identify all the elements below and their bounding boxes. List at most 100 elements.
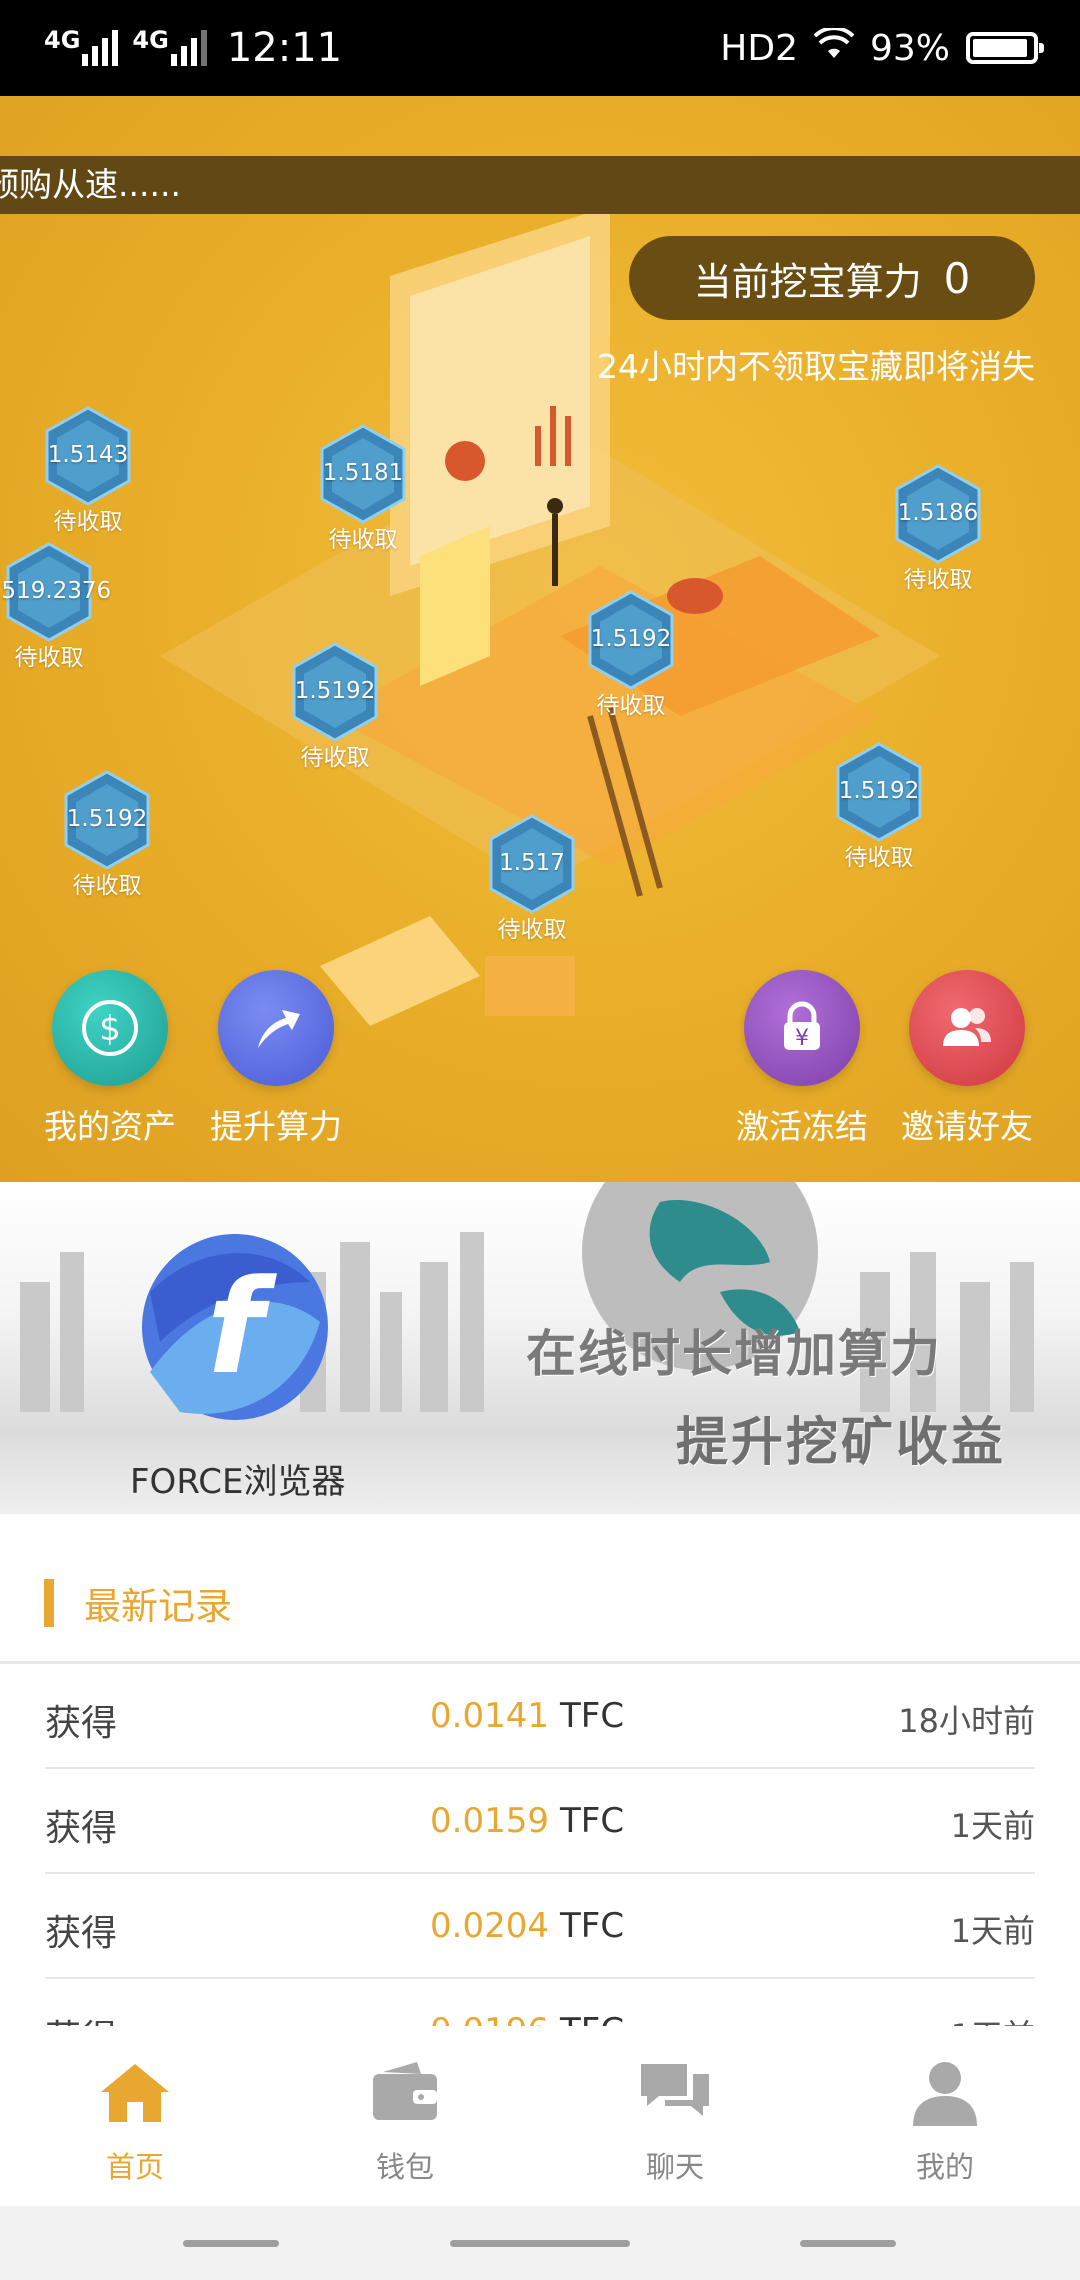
gem-status: 待收取 — [328, 527, 398, 553]
svg-text:$: $ — [99, 1009, 121, 1049]
nav-back-handle[interactable] — [183, 2240, 279, 2247]
gem-status: 待收取 — [53, 509, 123, 535]
battery-percent: 93% — [869, 27, 950, 69]
svg-text:¥: ¥ — [795, 1026, 809, 1051]
signal-2: 4G — [132, 26, 207, 66]
action-label: 邀请好友 — [901, 1107, 1033, 1146]
tab-label: 首页 — [105, 2150, 164, 2184]
action-label: 提升算力 — [210, 1107, 342, 1146]
record-time: 1天前 — [950, 1807, 1035, 1845]
banner-headline: 在线时长增加算力 — [526, 1325, 942, 1383]
network-type-label: 4G — [44, 26, 81, 54]
dollar-icon: $ — [52, 970, 168, 1086]
network-type-label: 4G — [132, 26, 169, 54]
signal-bars-icon — [82, 30, 119, 66]
treasure-gem[interactable]: 1.5143 待收取 — [33, 406, 143, 536]
system-nav-bar — [0, 2206, 1080, 2280]
tab-me[interactable]: 我的 — [810, 2026, 1080, 2206]
record-type: 获得 — [45, 2009, 117, 2026]
record-amount: 0.0141 — [430, 1696, 549, 1736]
power-label: 当前挖宝算力 — [693, 259, 922, 304]
gem-status: 待收取 — [844, 845, 914, 871]
nav-recents-handle[interactable] — [800, 2240, 896, 2247]
gem-hexagon-icon: 1.5192 — [290, 642, 380, 742]
gem-amount: 1.5192 — [590, 626, 672, 652]
activate-frozen-button[interactable]: ¥ 激活冻结 — [722, 970, 882, 1148]
gem-amount: 1519.2376 — [0, 578, 112, 604]
nav-home-handle[interactable] — [450, 2240, 630, 2247]
latest-records: 最新记录 获得 0.0141 TFC 18小时前 获得 0.0159 TFC 1… — [0, 1544, 1080, 2026]
gem-hexagon-icon: 1519.2376 — [0, 542, 111, 642]
record-row: 获得 0.0141 TFC 18小时前 — [45, 1664, 1035, 1769]
gem-hexagon-icon: 1.5192 — [62, 770, 152, 870]
status-bar: 4G 4G 12:11 HD2 93% — [0, 0, 1080, 96]
treasure-gem[interactable]: 1.5186 待收取 — [883, 464, 993, 594]
signal-1: 4G — [44, 26, 119, 66]
invite-friends-button[interactable]: 邀请好友 — [887, 970, 1047, 1148]
record-unit: TFC — [560, 1696, 625, 1736]
tab-label: 聊天 — [645, 2150, 704, 2184]
clock: 12:11 — [226, 25, 343, 71]
record-row: 获得 0.0204 TFC 1天前 — [45, 1874, 1035, 1979]
gem-hexagon-icon: 1.517 — [487, 814, 577, 914]
gem-amount: 1.5186 — [897, 500, 979, 526]
section-marker — [44, 1578, 54, 1627]
record-type: 获得 — [45, 1913, 118, 1954]
home-icon — [97, 2054, 173, 2130]
gem-amount: 1.5143 — [47, 442, 129, 468]
tab-chat[interactable]: 聊天 — [540, 2026, 810, 2206]
gem-hexagon-icon: 1.5181 — [318, 424, 408, 524]
gem-hexagon-icon: 1.5192 — [834, 742, 924, 842]
treasure-gem[interactable]: 1.5181 待收取 — [308, 424, 418, 554]
gem-status: 待收取 — [14, 645, 84, 671]
treasure-gem[interactable]: 1.517 待收取 — [477, 814, 587, 944]
battery-icon — [966, 32, 1044, 64]
network-indicators: 4G 4G 12:11 — [44, 22, 342, 74]
mining-power-badge: 当前挖宝算力 0 — [629, 236, 1035, 320]
hd-indicator: HD2 — [720, 27, 798, 69]
banner-brand: FORCE浏览器 — [130, 1462, 346, 1502]
treasure-gem[interactable]: 1.5192 待收取 — [576, 590, 686, 720]
tab-home[interactable]: 首页 — [0, 2026, 270, 2206]
chat-icon — [637, 2054, 713, 2130]
record-row: 获得 0.0196 TFC 1天前 — [45, 1979, 1035, 2026]
treasure-gem[interactable]: 1.5192 待收取 — [824, 742, 934, 872]
treasure-gem[interactable]: 1519.2376 待收取 — [0, 542, 111, 672]
record-unit: TFC — [560, 1906, 625, 1946]
record-type: 获得 — [45, 1808, 118, 1849]
record-amount: 0.0196 — [430, 2011, 549, 2026]
action-label: 激活冻结 — [736, 1107, 868, 1146]
record-type: 获得 — [45, 1703, 118, 1744]
signal-bars-icon — [170, 30, 207, 66]
gem-amount: 1.5192 — [294, 678, 376, 704]
mining-hero: 预购从速...... 当前挖宝算力 0 24小时内不领取宝藏即将消失 1.514… — [0, 96, 1080, 1182]
app-screen: 4G 4G 12:11 HD2 93% 预购从速...... 当前挖宝算力 0 … — [0, 0, 1080, 2280]
tab-label: 我的 — [915, 2150, 974, 2184]
section-title: 最新记录 — [84, 1584, 232, 1628]
banner-subheadline: 提升挖矿收益 — [676, 1413, 1007, 1473]
promo-banner[interactable]: f FORCE浏览器 在线时长增加算力 提升挖矿收益 — [0, 1182, 1080, 1514]
record-time: 18小时前 — [898, 1702, 1035, 1740]
record-unit: TFC — [560, 2011, 624, 2026]
treasure-gem[interactable]: 1.5192 待收取 — [280, 642, 390, 772]
power-value: 0 — [943, 253, 971, 303]
boost-power-button[interactable]: 提升算力 — [196, 970, 356, 1148]
gem-status: 待收取 — [497, 917, 567, 943]
gem-status: 待收取 — [72, 873, 142, 899]
gem-hexagon-icon: 1.5192 — [586, 590, 676, 690]
marquee-text: 预购从速...... — [0, 165, 181, 204]
friends-icon — [909, 970, 1025, 1086]
gem-amount: 1.517 — [499, 850, 565, 876]
wallet-icon — [367, 2054, 443, 2130]
record-time: 1天前 — [951, 2011, 1035, 2026]
expire-note: 24小时内不领取宝藏即将消失 — [597, 347, 1035, 386]
gem-status: 待收取 — [300, 745, 370, 771]
treasure-gem[interactable]: 1.5192 待收取 — [52, 770, 162, 900]
yen-lock-icon: ¥ — [744, 970, 860, 1086]
notice-marquee: 预购从速...... — [0, 156, 1080, 214]
gem-amount: 1.5192 — [838, 778, 920, 804]
wifi-icon — [813, 25, 855, 69]
record-unit: TFC — [560, 1801, 625, 1841]
tab-wallet[interactable]: 钱包 — [270, 2026, 540, 2206]
my-assets-button[interactable]: $ 我的资产 — [30, 970, 190, 1148]
